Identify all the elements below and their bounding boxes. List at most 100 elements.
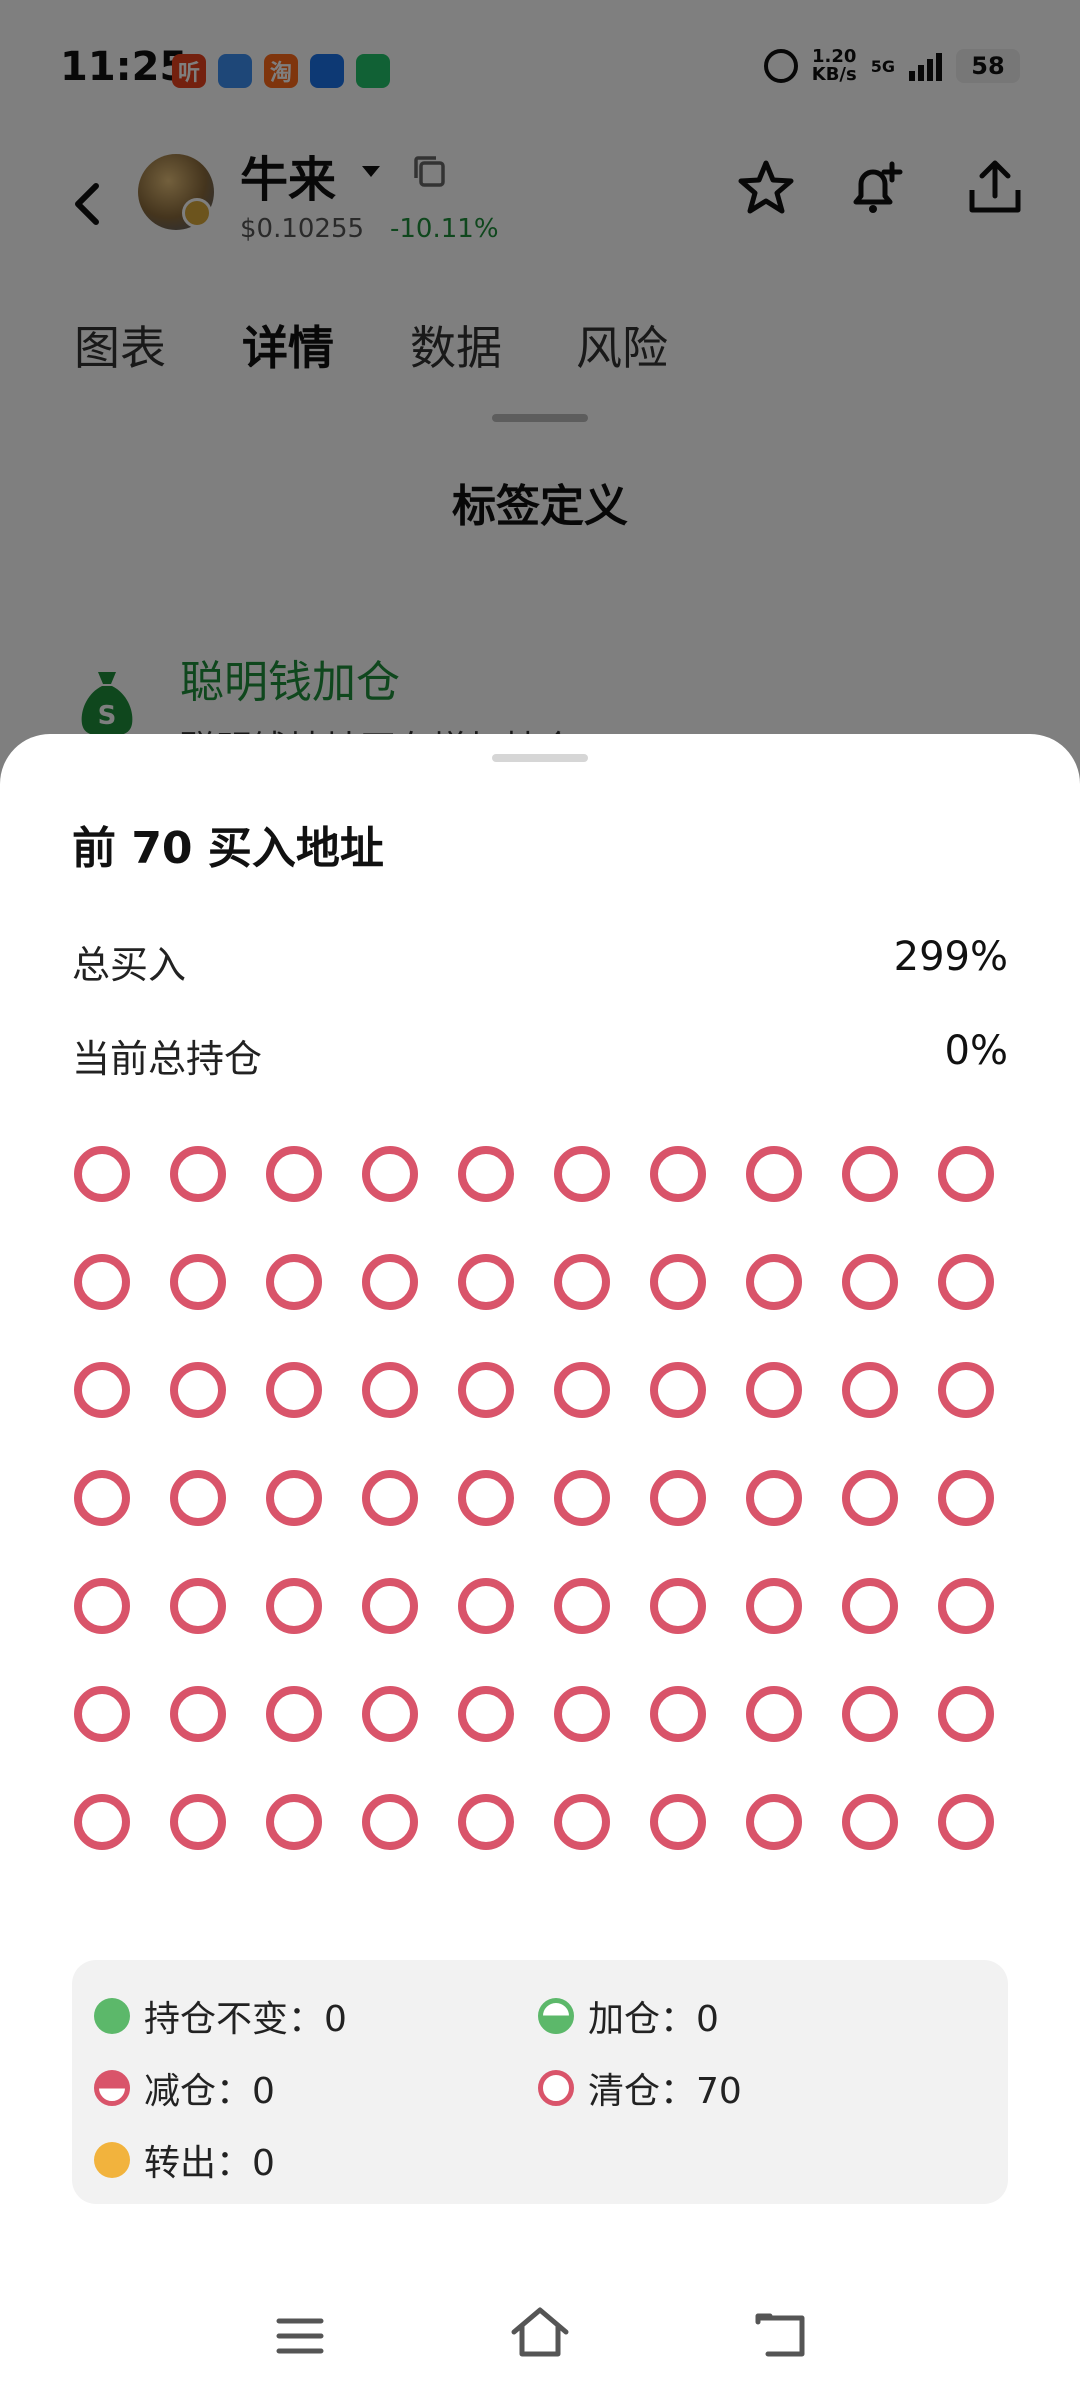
legend-clear-label: 清仓： — [588, 2071, 697, 2112]
address-dot[interactable] — [170, 1470, 226, 1526]
address-dot[interactable] — [74, 1794, 130, 1850]
address-dot[interactable] — [458, 1794, 514, 1850]
address-dot[interactable] — [842, 1686, 898, 1742]
address-dot[interactable] — [74, 1686, 130, 1742]
address-dot[interactable] — [266, 1146, 322, 1202]
address-dot[interactable] — [362, 1686, 418, 1742]
address-dot[interactable] — [362, 1470, 418, 1526]
legend-reduce-count: 0 — [252, 2071, 275, 2112]
total-buy-value: 299% — [893, 934, 1008, 980]
address-dot[interactable] — [458, 1362, 514, 1418]
top-buyers-sheet: 前 70 买入地址 总买入 299% 当前总持仓 0% 持仓不变：0 加仓：0 … — [0, 734, 1080, 2400]
address-dot[interactable] — [74, 1470, 130, 1526]
address-dot[interactable] — [938, 1146, 994, 1202]
address-dot[interactable] — [554, 1794, 610, 1850]
hold-dot-icon — [94, 1998, 130, 2034]
address-dot[interactable] — [170, 1254, 226, 1310]
address-dot[interactable] — [266, 1686, 322, 1742]
address-dot[interactable] — [746, 1794, 802, 1850]
address-dot[interactable] — [842, 1794, 898, 1850]
address-dot[interactable] — [746, 1578, 802, 1634]
address-dot[interactable] — [458, 1470, 514, 1526]
address-dot[interactable] — [266, 1794, 322, 1850]
address-dot[interactable] — [938, 1794, 994, 1850]
address-dot[interactable] — [170, 1794, 226, 1850]
address-dot[interactable] — [650, 1470, 706, 1526]
address-dot[interactable] — [362, 1794, 418, 1850]
legend-transfer-count: 0 — [252, 2143, 275, 2184]
address-dot[interactable] — [938, 1578, 994, 1634]
address-dot[interactable] — [74, 1578, 130, 1634]
address-dot[interactable] — [554, 1686, 610, 1742]
total-buy-row: 总买入 299% — [72, 934, 1008, 994]
address-dot[interactable] — [458, 1146, 514, 1202]
address-dot[interactable] — [362, 1146, 418, 1202]
sheet-drag-handle[interactable] — [492, 754, 588, 762]
menu-icon[interactable] — [276, 2316, 324, 2356]
address-dot[interactable] — [650, 1146, 706, 1202]
address-dot[interactable] — [650, 1686, 706, 1742]
address-dot[interactable] — [458, 1686, 514, 1742]
address-dot[interactable] — [650, 1254, 706, 1310]
legend-hold-count: 0 — [324, 1999, 347, 2040]
legend-add: 加仓：0 — [538, 1990, 719, 2042]
legend-transfer-label: 转出： — [144, 2143, 253, 2184]
address-dot[interactable] — [746, 1362, 802, 1418]
reduce-dot-icon — [94, 2070, 130, 2106]
address-dot[interactable] — [650, 1794, 706, 1850]
address-dot[interactable] — [170, 1578, 226, 1634]
legend-hold-label: 持仓不变： — [144, 1999, 325, 2040]
address-dot[interactable] — [938, 1362, 994, 1418]
address-dot[interactable] — [362, 1362, 418, 1418]
address-dot[interactable] — [266, 1254, 322, 1310]
address-dot[interactable] — [842, 1146, 898, 1202]
address-dot[interactable] — [842, 1470, 898, 1526]
address-dot[interactable] — [554, 1146, 610, 1202]
legend-add-count: 0 — [696, 1999, 719, 2040]
address-dot[interactable] — [842, 1578, 898, 1634]
status-legend: 持仓不变：0 加仓：0 减仓：0 清仓：70 转出：0 — [72, 1960, 1008, 2204]
add-dot-icon — [538, 1998, 574, 2034]
address-dot[interactable] — [746, 1686, 802, 1742]
address-dot[interactable] — [554, 1254, 610, 1310]
address-dot[interactable] — [842, 1362, 898, 1418]
address-dot[interactable] — [650, 1578, 706, 1634]
address-dot[interactable] — [170, 1146, 226, 1202]
legend-hold: 持仓不变：0 — [94, 1990, 347, 2042]
address-dot[interactable] — [362, 1578, 418, 1634]
address-dot[interactable] — [938, 1470, 994, 1526]
current-holding-label: 当前总持仓 — [72, 1037, 263, 1081]
address-dot[interactable] — [266, 1578, 322, 1634]
address-dot[interactable] — [362, 1254, 418, 1310]
legend-clear-count: 70 — [696, 2071, 742, 2112]
address-dot[interactable] — [554, 1578, 610, 1634]
address-dot[interactable] — [554, 1362, 610, 1418]
address-dot[interactable] — [170, 1686, 226, 1742]
address-dot[interactable] — [554, 1470, 610, 1526]
total-buy-label: 总买入 — [72, 943, 187, 987]
legend-clear: 清仓：70 — [538, 2062, 742, 2114]
address-dot[interactable] — [266, 1470, 322, 1526]
address-dot[interactable] — [842, 1254, 898, 1310]
clear-dot-icon — [538, 2070, 574, 2106]
legend-transfer: 转出：0 — [94, 2134, 275, 2186]
address-dot[interactable] — [938, 1686, 994, 1742]
home-icon[interactable] — [510, 2306, 570, 2358]
address-dot[interactable] — [746, 1470, 802, 1526]
address-dot[interactable] — [74, 1146, 130, 1202]
address-dot[interactable] — [74, 1254, 130, 1310]
back-icon[interactable] — [754, 2310, 808, 2358]
address-dot[interactable] — [458, 1578, 514, 1634]
address-dot[interactable] — [938, 1254, 994, 1310]
address-dot[interactable] — [458, 1254, 514, 1310]
system-nav-bar — [0, 2270, 1080, 2400]
address-dot[interactable] — [746, 1254, 802, 1310]
transfer-dot-icon — [94, 2142, 130, 2178]
legend-reduce: 减仓：0 — [94, 2062, 275, 2114]
legend-reduce-label: 减仓： — [144, 2071, 253, 2112]
address-dot[interactable] — [74, 1362, 130, 1418]
address-dot[interactable] — [170, 1362, 226, 1418]
address-dot[interactable] — [746, 1146, 802, 1202]
address-dot[interactable] — [266, 1362, 322, 1418]
address-dot[interactable] — [650, 1362, 706, 1418]
